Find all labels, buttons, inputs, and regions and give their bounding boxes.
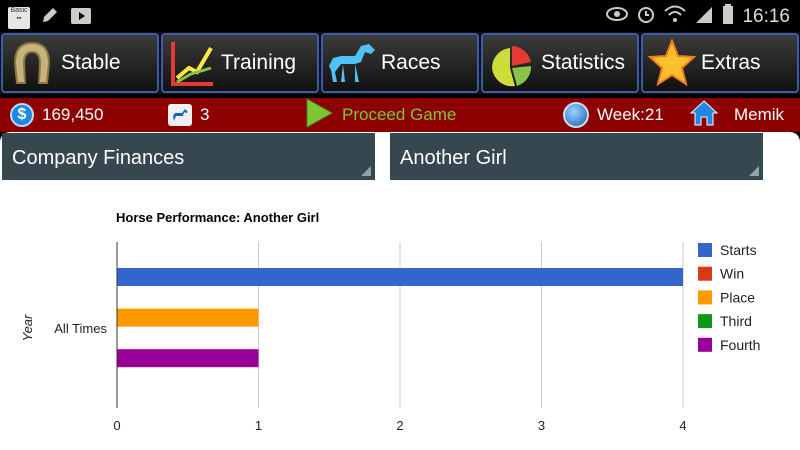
horse-count-display: 3 (168, 98, 209, 132)
legend-label: Place (720, 289, 755, 305)
app-notification-icon: Basic ▪▪ (8, 6, 30, 29)
legend-swatch (698, 314, 712, 329)
tab-races[interactable]: Races (321, 33, 479, 93)
pencil-icon (40, 5, 60, 30)
dropdown-arrow-icon (361, 166, 371, 176)
alarm-icon (636, 4, 656, 29)
legend-label: Third (720, 313, 752, 329)
tab-extras-label: Extras (701, 51, 761, 74)
dropdown-arrow-icon (749, 166, 759, 176)
horse-count-value: 3 (200, 105, 210, 124)
user-button[interactable]: Memik (689, 98, 785, 132)
star-icon (643, 35, 701, 91)
legend-swatch (698, 337, 712, 352)
x-tick-label: 3 (538, 418, 545, 433)
legend-label: Fourth (720, 337, 760, 353)
clock-time: 16:16 (742, 5, 790, 27)
content-panel: Company Finances Another Girl Horse Perf… (0, 132, 800, 450)
globe-icon (563, 102, 589, 128)
eye-icon (606, 6, 629, 27)
main-tab-bar: Stable Training Races Statistics Extras (0, 32, 800, 94)
tab-training-label: Training (221, 51, 297, 74)
money-display: $ 169,450 (10, 98, 103, 132)
tab-stable[interactable]: Stable (1, 33, 159, 93)
bar-fourth (117, 349, 259, 368)
x-tick-label: 2 (396, 418, 403, 433)
tab-statistics-label: Statistics (541, 51, 626, 74)
report-select-value: Company Finances (12, 147, 185, 169)
y-category-label: All Times (54, 321, 107, 336)
tab-extras[interactable]: Extras (641, 33, 799, 93)
legend-label: Starts (720, 242, 757, 258)
money-value: 169,450 (42, 105, 104, 124)
chart-title: Horse Performance: Another Girl (116, 210, 320, 225)
tab-training[interactable]: Training (161, 33, 319, 93)
y-axis-title: Year (20, 314, 35, 341)
horse-select-value: Another Girl (400, 147, 507, 169)
user-name: Memik (734, 105, 785, 124)
legend-swatch (698, 290, 712, 305)
horseshoe-icon (3, 35, 61, 91)
horse-icon (323, 35, 381, 91)
bar-starts (117, 268, 683, 286)
x-tick-label: 4 (679, 418, 686, 433)
tab-races-label: Races (381, 51, 441, 74)
info-bar: $ 169,450 3 Proceed Game Week:21 Memik (0, 97, 800, 133)
signal-icon (694, 5, 714, 28)
legend-swatch (698, 266, 712, 281)
battery-icon (722, 4, 734, 29)
proceed-game-label: Proceed Game (342, 105, 457, 124)
proceed-game-button[interactable]: Proceed Game (304, 97, 457, 133)
pie-chart-icon (483, 35, 541, 91)
line-chart-icon (163, 35, 221, 91)
play-store-icon (70, 5, 92, 30)
x-tick-label: 1 (255, 418, 262, 433)
status-bar: Basic ▪▪ 16:16 (0, 0, 800, 32)
legend-swatch (698, 243, 712, 257)
play-icon (304, 97, 334, 133)
horse-select[interactable]: Another Girl (390, 133, 763, 180)
legend-label: Win (720, 266, 744, 282)
week-value: Week:21 (597, 105, 664, 124)
x-tick-label: 0 (113, 418, 120, 433)
wifi-icon (664, 5, 687, 28)
home-icon (689, 99, 719, 131)
bar-place (117, 308, 259, 327)
tab-stable-label: Stable (61, 51, 121, 74)
performance-chart: 0 1 2 3 4 All Times Year Starts Win Place Third Fo… (20, 242, 760, 433)
dollar-coin-icon: $ (10, 103, 34, 127)
tab-statistics[interactable]: Statistics (481, 33, 639, 93)
week-display: Week:21 (563, 98, 664, 132)
horse-count-icon (168, 104, 192, 126)
report-select[interactable]: Company Finances (2, 133, 375, 180)
